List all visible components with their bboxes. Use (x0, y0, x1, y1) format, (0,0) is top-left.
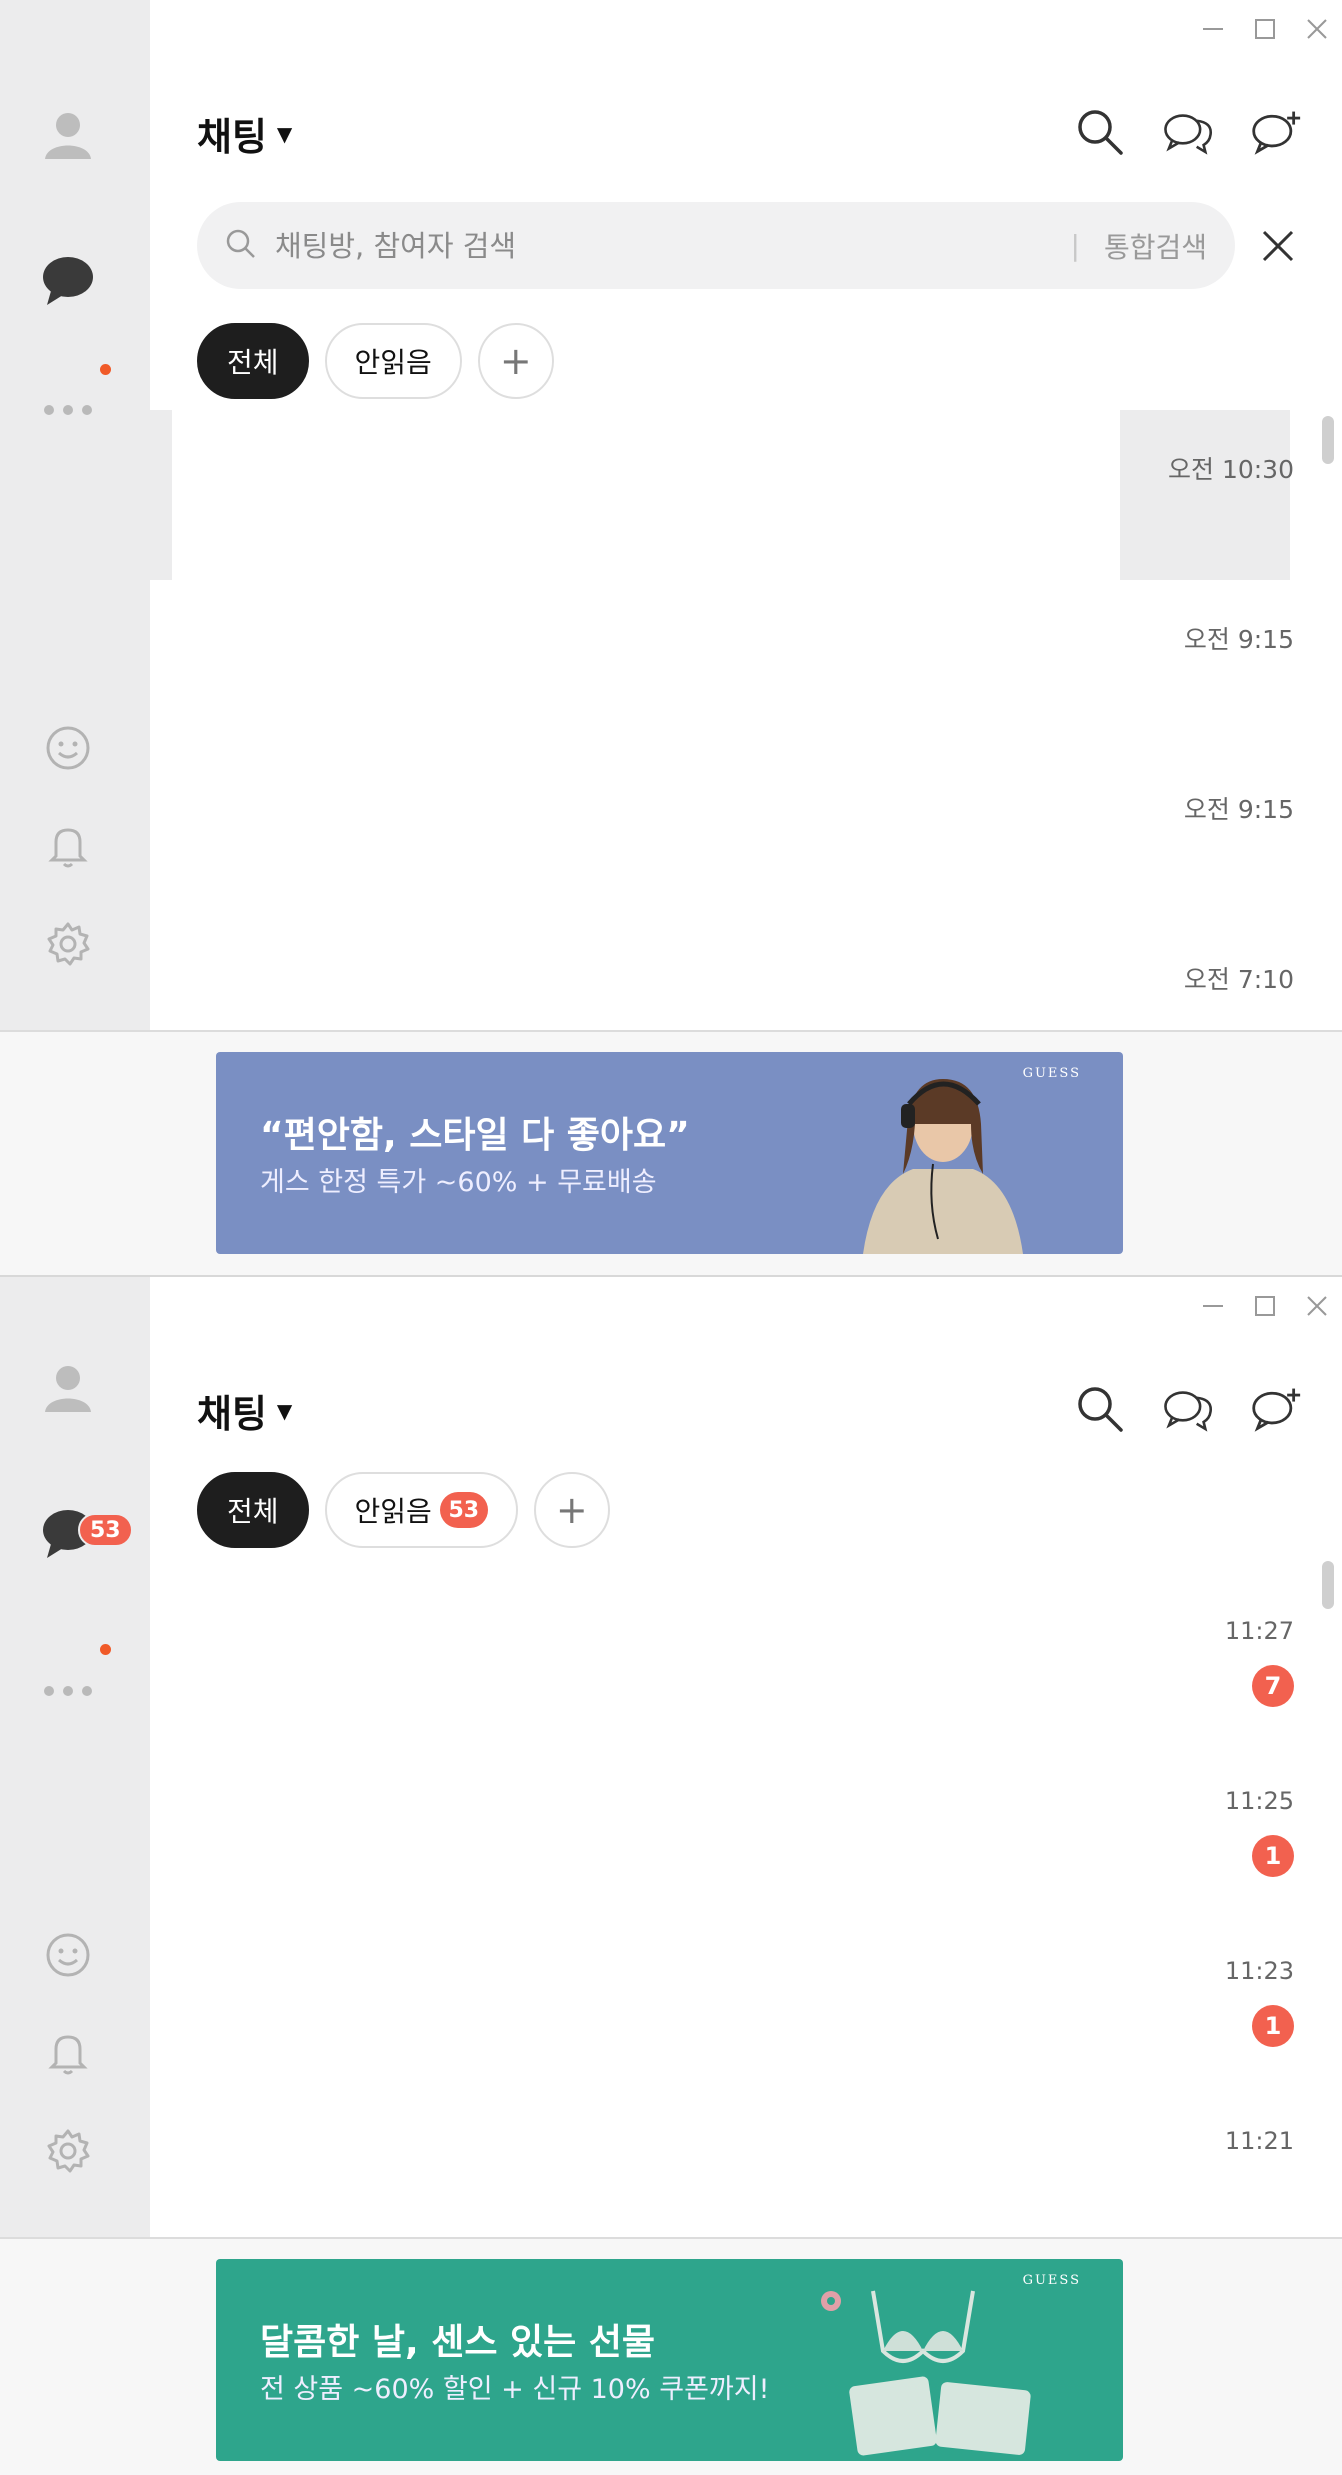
page-title[interactable]: 채팅 ▼ (197, 1383, 292, 1438)
ad-headline: 달콤한 날, 센스 있는 선물 (260, 2322, 656, 2363)
search-close-icon[interactable] (1254, 222, 1302, 270)
filter-all-chip[interactable]: 전체 (197, 323, 309, 399)
new-chat-icon[interactable] (1250, 106, 1302, 158)
chat-time: 11:25 (1224, 1787, 1294, 1815)
chat-time: 11:21 (1224, 2127, 1294, 2155)
search-bar: | 통합검색 (197, 202, 1235, 289)
scrollbar[interactable] (1322, 416, 1334, 464)
more-icon[interactable] (40, 1663, 96, 1719)
unread-badge: 1 (1252, 1835, 1294, 1877)
ad-banner[interactable]: 달콤한 날, 센스 있는 선물 전 상품 ~60% 할인 + 신규 10% 쿠폰… (216, 2259, 1123, 2461)
filter-unread-chip[interactable]: 안읽음 53 (324, 1472, 518, 1548)
chat-row[interactable]: 11:25 1 (150, 1747, 1320, 1917)
chat-time: 오전 10:30 (1168, 455, 1294, 484)
window-controls (1198, 14, 1332, 44)
emoticon-icon[interactable] (40, 1927, 96, 1983)
ad-model-image (863, 1079, 1023, 1254)
add-filter-button[interactable]: + (477, 323, 554, 399)
ad-banner-area: 달콤한 날, 센스 있는 선물 전 상품 ~60% 할인 + 신규 10% 쿠폰… (0, 2237, 1342, 2475)
settings-gear-icon[interactable] (40, 916, 96, 972)
maximize-icon[interactable] (1250, 1291, 1280, 1321)
minimize-icon[interactable] (1198, 14, 1228, 44)
chat-row[interactable]: 오전 9:15 (150, 750, 1320, 920)
chat-unread-badge: 53 (78, 1513, 133, 1547)
more-notification-dot (100, 364, 111, 375)
search-input[interactable] (275, 228, 1071, 263)
search-icon[interactable] (1074, 106, 1126, 158)
filter-unread-label: 안읽음 (354, 1495, 432, 1528)
unread-count-badge: 53 (439, 1492, 488, 1528)
more-icon[interactable] (40, 382, 96, 438)
open-chat-icon[interactable] (1162, 106, 1214, 158)
page-title[interactable]: 채팅 ▼ (197, 106, 292, 161)
close-icon[interactable] (1302, 1291, 1332, 1321)
notification-bell-icon[interactable] (40, 2025, 96, 2081)
search-icon[interactable] (1074, 1383, 1126, 1435)
notification-bell-icon[interactable] (40, 818, 96, 874)
row-highlight (150, 410, 172, 580)
chat-row[interactable]: 오전 10:30 (150, 410, 1320, 580)
filter-unread-chip[interactable]: 안읽음 (324, 323, 462, 399)
close-icon[interactable] (1302, 14, 1332, 44)
header-actions (1074, 106, 1302, 158)
friends-icon[interactable] (40, 1359, 96, 1415)
more-notification-dot (100, 1644, 111, 1655)
open-chat-icon[interactable] (1162, 1383, 1214, 1435)
chat-icon[interactable] (40, 252, 96, 308)
chevron-down-icon: ▼ (276, 1398, 293, 1423)
divider: | (1070, 229, 1080, 262)
friends-icon[interactable] (40, 106, 96, 162)
new-chat-icon[interactable] (1250, 1383, 1302, 1435)
sidebar (0, 0, 150, 1030)
unread-badge: 7 (1252, 1665, 1294, 1707)
filter-chips: 전체 안읽음 53 + (197, 1472, 610, 1548)
filter-all-chip[interactable]: 전체 (197, 1472, 309, 1548)
ad-headline: “편안함, 스타일 다 좋아요” (260, 1115, 690, 1156)
minimize-icon[interactable] (1198, 1291, 1228, 1321)
ad-subtext: 전 상품 ~60% 할인 + 신규 10% 쿠폰까지! (260, 2374, 770, 2405)
sidebar: 53 (0, 1277, 150, 2237)
chat-time: 오전 9:15 (1183, 625, 1294, 654)
unread-badge: 1 (1252, 2005, 1294, 2047)
header-actions (1074, 1383, 1302, 1435)
title-text: 채팅 (197, 115, 267, 159)
chat-row[interactable]: 11:27 7 (150, 1577, 1320, 1747)
add-filter-button[interactable]: + (533, 1472, 610, 1548)
chat-window-bottom: 53 채팅 ▼ 전체 안읽음 53 + 11:27 7 11:25 1 11:2… (0, 1275, 1342, 2475)
scrollbar[interactable] (1322, 1561, 1334, 1609)
chat-time: 11:27 (1224, 1617, 1294, 1645)
chat-time: 오전 7:10 (1183, 965, 1294, 994)
search-icon (225, 228, 257, 264)
chevron-down-icon: ▼ (276, 121, 293, 146)
ad-subtext: 게스 한정 특가 ~60% + 무료배송 (260, 1167, 657, 1198)
chat-time: 11:23 (1224, 1957, 1294, 1985)
title-text: 채팅 (197, 1392, 267, 1436)
settings-gear-icon[interactable] (40, 2123, 96, 2179)
chat-list: 오전 10:30 오전 9:15 오전 9:15 오전 7:10 (150, 410, 1320, 1030)
ad-banner-area: “편안함, 스타일 다 좋아요” 게스 한정 특가 ~60% + 무료배송 GU… (0, 1030, 1342, 1275)
ad-lingerie-image (821, 2290, 1031, 2456)
maximize-icon[interactable] (1250, 14, 1280, 44)
ad-banner[interactable]: “편안함, 스타일 다 좋아요” 게스 한정 특가 ~60% + 무료배송 GU… (216, 1052, 1123, 1254)
chat-row[interactable]: 오전 9:15 (150, 580, 1320, 750)
window-controls (1198, 1291, 1332, 1321)
chat-row[interactable]: 11:21 (150, 2087, 1320, 2257)
filter-chips: 전체 안읽음 + (197, 323, 554, 399)
chat-window-top: 채팅 ▼ | 통합검색 전체 안읽음 + 오전 10:30 오전 9:15 오전… (0, 0, 1342, 1275)
chat-time: 오전 9:15 (1183, 795, 1294, 824)
chat-list: 11:27 7 11:25 1 11:23 1 11:21 (150, 1577, 1320, 2237)
all-search-button[interactable]: 통합검색 (1104, 226, 1207, 266)
chat-row[interactable]: 11:23 1 (150, 1917, 1320, 2087)
emoticon-icon[interactable] (40, 720, 96, 776)
row-highlight (1120, 410, 1290, 580)
